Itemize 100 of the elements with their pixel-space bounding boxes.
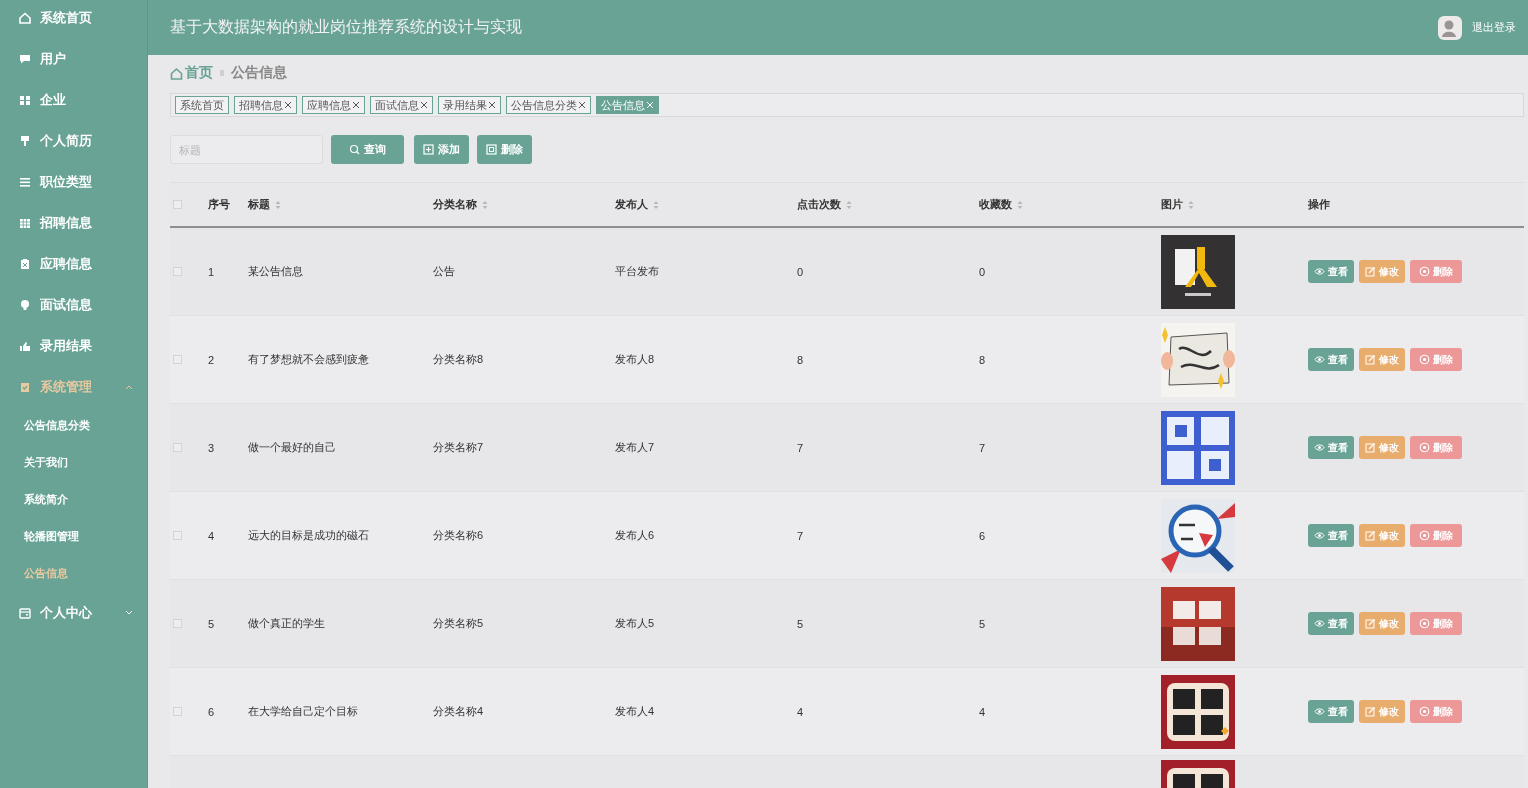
view-button[interactable]: 查看	[1308, 348, 1354, 371]
eye-icon	[1314, 442, 1325, 453]
view-button[interactable]: 查看	[1308, 700, 1354, 723]
tab[interactable]: 面试信息	[370, 96, 433, 114]
table-cell-text: 分类名称7	[432, 440, 485, 455]
tab[interactable]: 招聘信息	[234, 96, 297, 114]
row-checkbox[interactable]	[173, 355, 182, 364]
sidebar-item[interactable]: 个人中心	[0, 592, 147, 633]
table-cell-text: 分类名称6	[432, 528, 485, 543]
delete-button[interactable]: 删除	[1410, 260, 1462, 283]
breadcrumb-home-link[interactable]: 首页	[170, 64, 213, 82]
edit-button[interactable]: 修改	[1359, 436, 1405, 459]
table-cell-text: 某公告信息	[247, 264, 304, 279]
avatar-icon	[1438, 15, 1462, 40]
view-button[interactable]: 查看	[1308, 260, 1354, 283]
tab[interactable]: 应聘信息	[302, 96, 365, 114]
breadcrumb-current: 公告信息	[231, 64, 287, 82]
table-cell-text: 8	[796, 353, 805, 366]
tab[interactable]: 公告信息	[596, 96, 659, 114]
delete-button[interactable]: 删除	[1410, 348, 1462, 371]
sidebar-item[interactable]: 面试信息	[0, 284, 147, 325]
search-button[interactable]: 查询	[331, 135, 404, 164]
sidebar-subitem[interactable]: 系统简介	[0, 481, 147, 518]
table-cell-text: 发布人5	[614, 616, 656, 631]
column-header[interactable]: 标题	[248, 197, 281, 212]
tab[interactable]: 系统首页	[175, 96, 229, 114]
add-button[interactable]: 添加	[414, 135, 469, 164]
view-button[interactable]: 查看	[1308, 524, 1354, 547]
search-icon	[349, 144, 360, 155]
sort-icon[interactable]	[653, 199, 659, 210]
table-cell-text: 6	[978, 529, 987, 542]
sort-icon[interactable]	[482, 199, 488, 210]
sort-icon[interactable]	[1188, 199, 1194, 210]
sort-icon[interactable]	[275, 199, 281, 210]
circle-dot-icon	[1419, 618, 1430, 629]
sidebar-item[interactable]: 企业	[0, 79, 147, 120]
sidebar-item[interactable]: 用户	[0, 38, 147, 79]
row-checkbox[interactable]	[173, 619, 182, 628]
column-header[interactable]: 发布人	[615, 197, 659, 212]
close-icon[interactable]	[284, 101, 292, 109]
edit-icon	[1365, 266, 1376, 277]
column-header[interactable]: 点击次数	[797, 197, 852, 212]
column-header[interactable]: 图片	[1161, 197, 1194, 212]
chevron-down-icon	[125, 609, 133, 616]
row-checkbox[interactable]	[173, 267, 182, 276]
row-checkbox[interactable]	[173, 443, 182, 452]
table-cell-text: 发布人6	[614, 528, 656, 543]
edit-icon	[1365, 354, 1376, 365]
sidebar-item[interactable]: 职位类型	[0, 161, 147, 202]
table-cell-text: 3	[207, 441, 216, 454]
logout-link[interactable]: 退出登录	[1472, 20, 1516, 35]
home-icon	[18, 10, 32, 25]
table-cell-text: 1	[207, 265, 216, 278]
column-header[interactable]: 分类名称	[433, 197, 488, 212]
sidebar-item[interactable]: 招聘信息	[0, 202, 147, 243]
sidebar-item[interactable]: 系统首页	[0, 0, 147, 38]
column-header[interactable]: 收藏数	[979, 197, 1023, 212]
view-button[interactable]: 查看	[1308, 612, 1354, 635]
tab[interactable]: 录用结果	[438, 96, 501, 114]
delete-button[interactable]: 删除	[1410, 612, 1462, 635]
table-cell-text: 6	[207, 705, 216, 718]
edit-button[interactable]: 修改	[1359, 524, 1405, 547]
app-title: 基于大数据架构的就业岗位推荐系统的设计与实现	[170, 17, 523, 37]
sidebar-subitem[interactable]: 关于我们	[0, 444, 147, 481]
edit-button[interactable]: 修改	[1359, 260, 1405, 283]
table-cell-text: 发布人8	[614, 352, 656, 367]
sidebar-item[interactable]: 应聘信息	[0, 243, 147, 284]
sidebar-subitem[interactable]: 轮播图管理	[0, 518, 147, 555]
view-button[interactable]: 查看	[1308, 436, 1354, 459]
table-cell-text: 分类名称5	[432, 616, 485, 631]
delete-button[interactable]: 删除	[1410, 700, 1462, 723]
close-icon[interactable]	[488, 101, 496, 109]
close-icon[interactable]	[352, 101, 360, 109]
sort-icon[interactable]	[846, 199, 852, 210]
delete-button[interactable]: 删除	[1410, 524, 1462, 547]
tab[interactable]: 公告信息分类	[506, 96, 591, 114]
row-checkbox[interactable]	[173, 531, 182, 540]
edit-button[interactable]: 修改	[1359, 700, 1405, 723]
table-cell-text: 远大的目标是成功的磁石	[247, 528, 370, 543]
edit-button[interactable]: 修改	[1359, 348, 1405, 371]
sort-icon[interactable]	[1017, 199, 1023, 210]
row-checkbox[interactable]	[173, 707, 182, 716]
edit-button[interactable]: 修改	[1359, 612, 1405, 635]
select-all-checkbox[interactable]	[173, 200, 182, 209]
delete-button[interactable]: 删除	[477, 135, 532, 164]
sidebar-subitem[interactable]: 公告信息	[0, 555, 147, 592]
table-cell-text: 有了梦想就不会感到疲惫	[247, 352, 370, 367]
sidebar-item[interactable]: 个人简历	[0, 120, 147, 161]
table-cell-text: 平台发布	[614, 264, 660, 279]
delete-button[interactable]: 删除	[1410, 436, 1462, 459]
home-icon	[170, 66, 183, 80]
circle-dot-icon	[1419, 354, 1430, 365]
sidebar-item[interactable]: 系统管理	[0, 366, 147, 407]
close-icon[interactable]	[578, 101, 586, 109]
circle-dot-icon	[1419, 706, 1430, 717]
column-header: 序号	[208, 197, 230, 212]
close-icon[interactable]	[420, 101, 428, 109]
sidebar-item[interactable]: 录用结果	[0, 325, 147, 366]
sidebar-subitem[interactable]: 公告信息分类	[0, 407, 147, 444]
eye-icon	[1314, 706, 1325, 717]
